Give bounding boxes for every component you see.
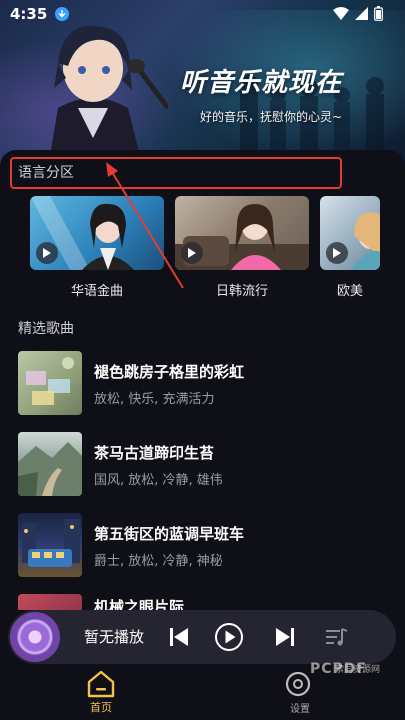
play-circle-icon [215, 623, 243, 651]
home-icon [87, 670, 115, 698]
wifi-icon [333, 7, 349, 20]
song-cover [18, 432, 82, 496]
download-icon [55, 7, 70, 21]
status-bar: 4:35 [0, 0, 405, 28]
skip-previous-icon [170, 628, 188, 646]
previous-button[interactable] [164, 622, 194, 652]
song-tags: 爵士, 放松, 冷静, 神秘 [94, 554, 223, 569]
play-button[interactable] [214, 622, 244, 652]
next-button[interactable] [270, 622, 300, 652]
song-item[interactable]: 机械之眼片际 [18, 594, 388, 610]
language-label: 日韩流行 [215, 284, 268, 299]
song-cover [18, 351, 82, 415]
mini-player[interactable]: 暂无播放 [8, 610, 396, 664]
song-title: 褪色跳房子格里的彩虹 [94, 363, 245, 381]
featured-section-title: 精选歌曲 [18, 321, 74, 337]
play-icon[interactable] [181, 242, 203, 264]
song-cover [18, 513, 82, 577]
playlist-icon [326, 628, 348, 646]
song-title: 机械之眼片际 [94, 598, 185, 610]
language-label: 欧美 [336, 284, 363, 299]
play-icon[interactable] [326, 242, 348, 264]
signal-icon [355, 7, 368, 20]
status-time: 4:35 [10, 5, 48, 23]
song-item[interactable]: 第五街区的蓝调早班车 爵士, 放松, 冷静, 神秘 [18, 513, 388, 577]
now-playing-label: 暂无播放 [84, 628, 145, 646]
play-icon[interactable] [36, 242, 58, 264]
watermark: PCPDF 索同资源网 [288, 658, 405, 720]
playlist-button[interactable] [322, 622, 352, 652]
nav-home[interactable] [84, 670, 118, 702]
language-card-mandarin[interactable] [30, 196, 164, 270]
song-title: 茶马古道蹄印生苔 [94, 444, 215, 462]
song-cover [18, 594, 82, 610]
singer-illustration [48, 25, 168, 165]
language-card-jk-pop[interactable] [175, 196, 309, 270]
song-tags: 国风, 放松, 冷静, 雄伟 [94, 473, 223, 488]
language-label: 华语金曲 [70, 284, 123, 299]
hero-subtitle: 好的音乐，抚慰你的心灵~ [200, 110, 343, 124]
song-title: 第五街区的蓝调早班车 [94, 525, 245, 543]
battery-icon [374, 6, 383, 21]
song-tags: 放松, 快乐, 充满活力 [94, 392, 215, 407]
song-item[interactable]: 褪色跳房子格里的彩虹 放松, 快乐, 充满活力 [18, 351, 388, 415]
hero-title: 听音乐就现在 [180, 68, 343, 98]
language-card-western[interactable] [320, 196, 380, 270]
watermark-site: 索同资源网 [335, 665, 381, 675]
song-item[interactable]: 茶马古道蹄印生苔 国风, 放松, 冷静, 雄伟 [18, 432, 388, 496]
skip-next-icon [276, 628, 294, 646]
annotation-highlight-box [10, 157, 342, 189]
album-disc-icon [10, 612, 60, 662]
nav-home-label: 首页 [90, 701, 112, 714]
